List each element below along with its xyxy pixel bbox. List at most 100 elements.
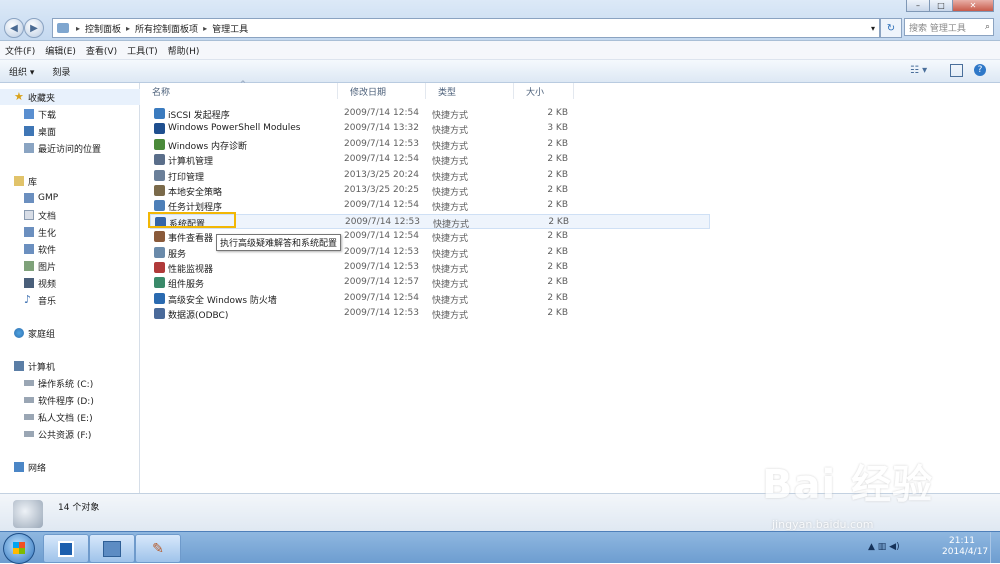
breadcrumb-arrow-icon: ▸: [203, 23, 208, 33]
breadcrumb-all-items[interactable]: 所有控制面板项: [133, 22, 200, 35]
nav-item-music[interactable]: ♪ 音乐: [0, 292, 163, 308]
show-desktop-button[interactable]: [990, 532, 1000, 563]
file-row[interactable]: 本地安全策略 2013/3/25 20:25 快捷方式 2 KB: [150, 183, 710, 198]
nav-item-downloads[interactable]: 下载: [0, 106, 163, 122]
file-row[interactable]: 性能监视器 2009/7/14 12:53 快捷方式 2 KB: [150, 260, 710, 275]
nav-item-biochem[interactable]: 生化: [0, 224, 163, 240]
nav-drive-e[interactable]: 私人文档 (E:): [0, 409, 163, 425]
search-input[interactable]: 搜索 管理工具 ⌕: [904, 18, 994, 36]
nav-drive-f[interactable]: 公共资源 (F:): [0, 426, 163, 442]
close-button[interactable]: ✕: [952, 0, 994, 12]
file-type: 快捷方式: [432, 295, 469, 306]
library-icon: [14, 176, 24, 186]
shortcut-icon: [154, 169, 165, 181]
preview-pane-icon[interactable]: [950, 64, 963, 77]
nav-computer[interactable]: 计算机: [0, 358, 153, 374]
file-date: 2009/7/14 12:53: [344, 308, 419, 319]
file-row[interactable]: 高级安全 Windows 防火墙 2009/7/14 12:54 快捷方式 2 KB: [150, 291, 710, 306]
nav-item-gmp[interactable]: GMP: [0, 190, 163, 206]
library-folder-icon: [24, 227, 34, 237]
menu-tools[interactable]: 工具(T): [122, 44, 163, 57]
shortcut-icon: [154, 185, 165, 196]
clock-date: 2014/4/17: [942, 547, 989, 557]
nav-item-desktop[interactable]: 桌面: [0, 123, 163, 139]
minimize-button[interactable]: –: [906, 0, 930, 12]
file-size: 2 KB: [547, 200, 568, 211]
nav-drive-c[interactable]: 操作系统 (C:): [0, 375, 163, 391]
file-date: 2009/7/14 12:53: [344, 262, 419, 272]
file-date: 2013/3/25 20:24: [344, 169, 419, 180]
address-bar-area: – □ ✕ ◀ ▶ ▸ 控制面板 ▸ 所有控制面板项 ▸ 管理工具 ▾ ↻ 搜索…: [0, 0, 1000, 41]
back-arrow-icon: ◀: [10, 22, 18, 34]
file-row[interactable]: Windows 内存诊断 2009/7/14 12:53 快捷方式 2 KB: [150, 137, 710, 152]
clock-time: 21:11: [949, 536, 975, 546]
file-name: Windows 内存诊断: [168, 141, 248, 152]
file-name: 性能监视器: [168, 265, 214, 275]
nav-item-software[interactable]: 软件: [0, 241, 163, 257]
forward-button[interactable]: ▶: [24, 18, 44, 38]
file-row[interactable]: 打印管理 2013/3/25 20:24 快捷方式 2 KB: [150, 168, 710, 183]
menu-file[interactable]: 文件(F): [0, 44, 40, 57]
file-date: 2009/7/14 12:54: [344, 108, 419, 118]
column-header-date[interactable]: 修改日期: [338, 83, 426, 99]
maximize-button[interactable]: □: [929, 0, 953, 12]
file-row[interactable]: 计算机管理 2009/7/14 12:54 快捷方式 2 KB: [150, 152, 710, 167]
breadcrumb-admin-tools[interactable]: 管理工具: [210, 22, 250, 35]
breadcrumb-control-panel[interactable]: 控制面板: [83, 22, 123, 35]
file-size: 2 KB: [548, 216, 569, 227]
file-name: 高级安全 Windows 防火墙: [168, 295, 277, 306]
address-box[interactable]: ▸ 控制面板 ▸ 所有控制面板项 ▸ 管理工具 ▾: [52, 18, 880, 38]
view-options-icon[interactable]: ☷ ▾: [910, 65, 927, 76]
file-row[interactable]: 数据源(ODBC) 2009/7/14 12:53 快捷方式 2 KB: [150, 306, 710, 321]
clock[interactable]: 21:11 2014/4/17: [942, 536, 989, 558]
file-size: 2 KB: [547, 277, 568, 288]
windows-logo-icon: [13, 542, 25, 554]
nav-homegroup[interactable]: 家庭组: [0, 325, 153, 341]
file-date: 2009/7/14 12:57: [344, 277, 419, 288]
menu-edit[interactable]: 编辑(E): [40, 44, 81, 57]
file-size: 2 KB: [547, 262, 568, 272]
nav-drive-d[interactable]: 软件程序 (D:): [0, 392, 163, 408]
drive-icon: [24, 397, 34, 403]
file-type: 快捷方式: [433, 219, 470, 230]
nav-item-documents[interactable]: 文档: [0, 207, 163, 223]
taskbar-app-1[interactable]: [43, 534, 89, 563]
highlight-box: [148, 212, 236, 228]
pictures-icon: [24, 261, 34, 271]
menu-help[interactable]: 帮助(H): [163, 44, 205, 57]
column-header-type[interactable]: 类型: [426, 83, 514, 99]
help-icon[interactable]: ?: [974, 64, 986, 76]
library-folder-icon: [24, 193, 34, 203]
star-icon: ★: [14, 90, 24, 103]
start-button[interactable]: [3, 533, 35, 564]
menu-view[interactable]: 查看(V): [81, 44, 122, 57]
organize-button[interactable]: 组织 ▾: [0, 65, 43, 78]
file-row[interactable]: iSCSI 发起程序 2009/7/14 12:54 快捷方式 2 KB: [150, 106, 710, 121]
column-header-name[interactable]: 名称 ^: [140, 80, 338, 99]
file-type: 快捷方式: [432, 188, 469, 198]
drive-icon: [24, 431, 34, 437]
nav-favorites[interactable]: ★ 收藏夹: [0, 89, 153, 105]
file-row[interactable]: Windows PowerShell Modules 2009/7/14 13:3…: [150, 121, 710, 136]
column-header-size[interactable]: 大小: [514, 83, 574, 99]
back-button[interactable]: ◀: [4, 18, 24, 38]
file-date: 2009/7/14 12:54: [344, 154, 419, 165]
burn-button[interactable]: 刻录: [43, 65, 79, 78]
file-type: 快捷方式: [432, 172, 469, 183]
nav-network[interactable]: 网络: [0, 459, 153, 475]
taskbar-app-paint[interactable]: ✎: [135, 534, 181, 563]
tooltip: 执行高级疑难解答和系统配置: [216, 234, 342, 251]
videos-icon: [24, 278, 34, 288]
refresh-button[interactable]: ↻: [880, 18, 902, 38]
search-placeholder: 搜索 管理工具: [909, 23, 966, 34]
nav-item-videos[interactable]: 视频: [0, 275, 163, 291]
file-row[interactable]: 组件服务 2009/7/14 12:57 快捷方式 2 KB: [150, 275, 710, 290]
nav-item-pictures[interactable]: 图片: [0, 258, 163, 274]
nav-item-recent[interactable]: 最近访问的位置: [0, 140, 163, 156]
file-name: 事件查看器: [168, 234, 214, 245]
address-dropdown-icon[interactable]: ▾: [867, 24, 879, 33]
tray-icons[interactable]: ▲ ▥ ◀): [868, 542, 900, 552]
explorer-icon: [103, 540, 121, 557]
nav-libraries[interactable]: 库: [0, 173, 153, 189]
taskbar-app-explorer[interactable]: [89, 534, 135, 563]
